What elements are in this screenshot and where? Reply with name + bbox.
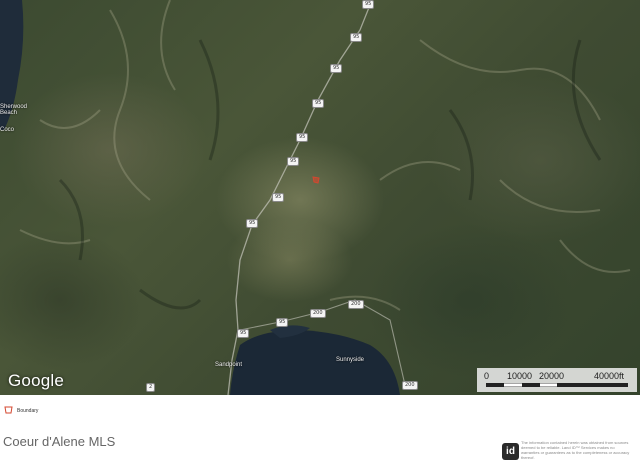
route-shield: 200 xyxy=(402,381,418,390)
route-shield: 95 xyxy=(237,329,250,338)
route-shield: 95 xyxy=(246,219,259,228)
boundary-polygon[interactable] xyxy=(311,175,321,185)
place-label: Coco xyxy=(0,127,15,133)
scale-bar: 0 10000 20000 40000ft xyxy=(477,368,637,392)
place-label: Sandpoint xyxy=(215,362,243,368)
place-label: Sunnyside xyxy=(336,357,365,363)
scale-label: 40000ft xyxy=(594,371,625,381)
place-label: Sherwood Beach xyxy=(0,104,28,116)
lake-pend-oreille-south xyxy=(230,330,400,395)
scale-label: 0 xyxy=(484,371,490,381)
route-shield: 95 xyxy=(296,133,309,142)
google-logo: Google xyxy=(8,371,65,390)
route-shield: 2 xyxy=(146,383,156,392)
route-shield: 200 xyxy=(348,300,364,309)
route-shield: 95 xyxy=(362,0,375,9)
legend-label-boundary: Boundary xyxy=(17,408,39,414)
scale-track xyxy=(486,383,628,387)
idx-logo-icon: id xyxy=(502,443,519,460)
route-shield: 95 xyxy=(330,64,343,73)
route-shield: 95 xyxy=(312,99,325,108)
scale-label: 20000 xyxy=(539,371,565,381)
map-canvas[interactable]: 95 95 95 95 95 95 95 95 95 200 200 200 2… xyxy=(0,0,640,395)
brand-title: Coeur d'Alene MLS xyxy=(3,434,116,449)
route-shield: 95 xyxy=(276,318,289,327)
scale-label: 10000 xyxy=(507,371,533,381)
route-shield: 95 xyxy=(287,157,300,166)
route-shield: 95 xyxy=(350,33,363,42)
disclaimer-text: The information contained herein was obt… xyxy=(521,440,630,460)
route-shield: 95 xyxy=(272,193,285,202)
boundary-polygon-icon xyxy=(4,406,13,414)
water-layer xyxy=(0,0,400,395)
route-shield: 200 xyxy=(310,309,326,318)
